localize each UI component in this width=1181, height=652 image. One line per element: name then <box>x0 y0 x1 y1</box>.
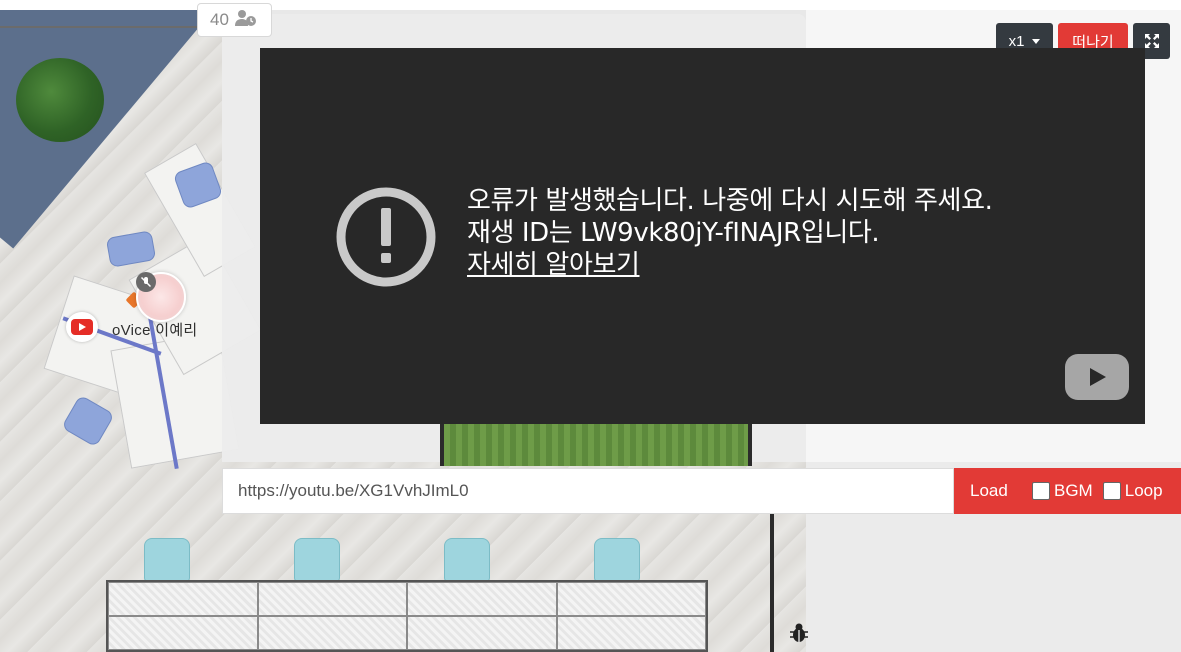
chair <box>594 538 640 582</box>
error-line-2: 재생 ID는 LW9vk80jY-fINAJR입니다. <box>467 218 880 248</box>
youtube-player[interactable]: 오류가 발생했습니다. 나중에 다시 시도해 주세요. 재생 ID는 LW9vk… <box>260 48 1145 424</box>
bgm-label: BGM <box>1054 481 1093 500</box>
meeting-table <box>106 580 708 652</box>
video-url-field[interactable] <box>222 468 954 514</box>
caret-down-icon <box>1032 38 1041 44</box>
load-button[interactable]: Load <box>954 481 1032 501</box>
youtube-logo-icon[interactable] <box>1065 354 1129 400</box>
mic-muted-icon <box>136 272 156 292</box>
youtube-icon[interactable] <box>66 312 98 342</box>
hedge <box>440 424 752 466</box>
user-clock-icon <box>234 9 257 32</box>
loop-toggle[interactable]: Loop <box>1102 481 1163 501</box>
plant <box>16 58 104 142</box>
wall <box>770 510 774 652</box>
expand-icon <box>1144 34 1159 48</box>
participant-count: 40 <box>210 10 229 29</box>
bgm-toggle[interactable]: BGM <box>1032 481 1093 501</box>
top-strip <box>0 0 1181 10</box>
divider <box>0 26 220 28</box>
error-message: 오류가 발생했습니다. 나중에 다시 시도해 주세요. 재생 ID는 LW9vk… <box>467 185 993 281</box>
exclamation-circle-icon <box>336 187 436 287</box>
user-name-label: oVice 이예리 <box>112 322 198 339</box>
bug-icon[interactable] <box>788 622 810 644</box>
playback-speed-label: x1 <box>1008 32 1025 50</box>
chair <box>294 538 340 582</box>
bgm-checkbox[interactable] <box>1032 482 1050 500</box>
loop-checkbox[interactable] <box>1102 482 1121 500</box>
loop-label: Loop <box>1124 481 1163 500</box>
chair <box>444 538 490 582</box>
video-url-input[interactable] <box>238 481 938 501</box>
player-options-bar: Load BGM Loop <box>954 468 1181 514</box>
error-line-1: 오류가 발생했습니다. 나중에 다시 시도해 주세요. <box>467 186 993 216</box>
learn-more-link[interactable]: 자세히 알아보기 <box>467 249 640 281</box>
participant-count-badge[interactable]: 40 <box>197 3 272 37</box>
chair <box>144 538 190 582</box>
